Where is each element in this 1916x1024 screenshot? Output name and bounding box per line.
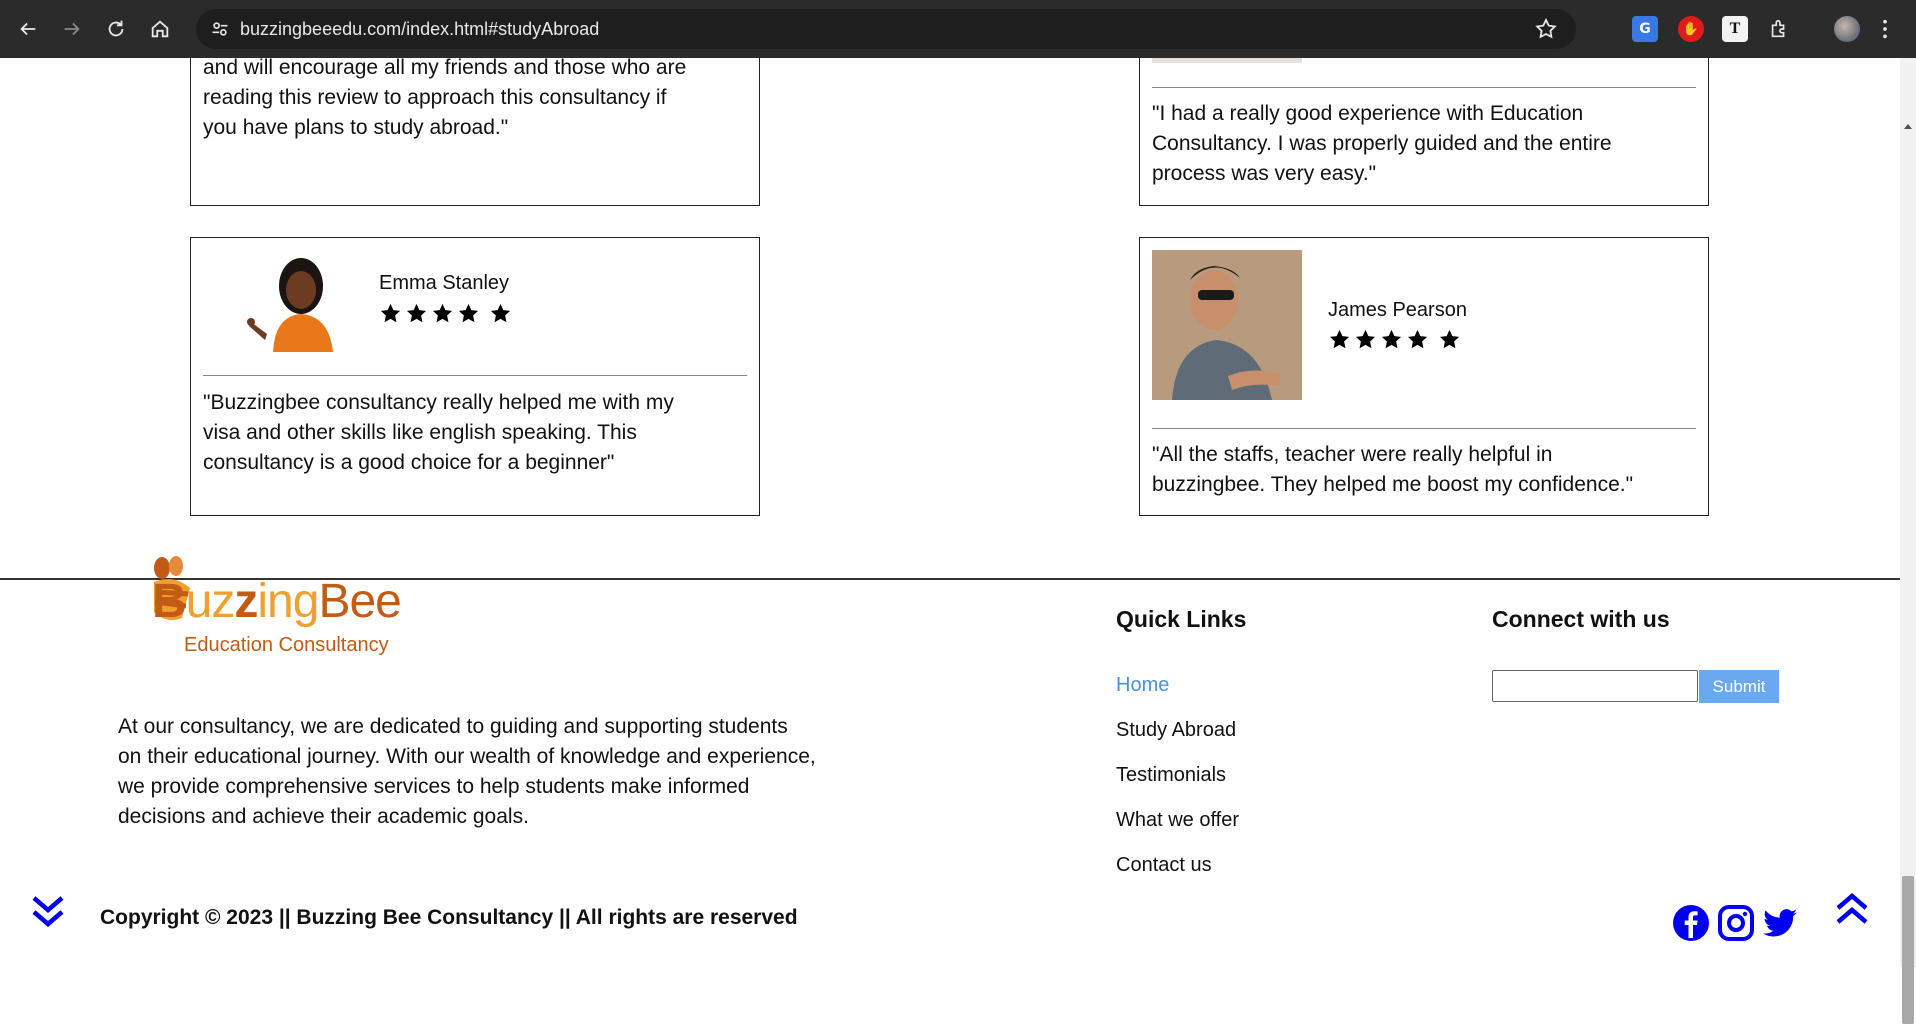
profile-avatar-icon[interactable] [1834, 16, 1860, 42]
star-icon [1355, 329, 1376, 349]
twitter-icon[interactable] [1761, 904, 1799, 942]
testimonial-card-james: James Pearson "All the staffs, teacher w… [1139, 237, 1709, 516]
back-arrow-icon[interactable] [14, 15, 42, 43]
quote-line: you have plans to study abroad." [203, 116, 509, 139]
forward-arrow-icon[interactable] [58, 15, 86, 43]
quote-line: and will encourage all my friends and th… [203, 58, 687, 79]
reviewer-name: James Pearson [1328, 299, 1467, 321]
testimonial-quote: "All the staffs, teacher were really hel… [1152, 440, 1633, 500]
more-menu-icon[interactable] [1878, 16, 1892, 42]
footer-about-text: At our consultancy, we are dedicated to … [118, 712, 898, 832]
adblock-icon[interactable]: ✋ [1678, 16, 1704, 42]
testimonial-card-emma: Emma Stanley "Buzzingbee consultancy rea… [190, 237, 760, 516]
card-divider [1152, 87, 1696, 88]
card-divider [203, 375, 747, 376]
quick-link-home[interactable]: Home [1116, 674, 1169, 697]
url-text[interactable]: buzzingbeeedu.com/index.html#studyAbroad [240, 19, 599, 40]
star-rating [379, 302, 512, 325]
quote-line: consultancy is a good choice for a begin… [203, 451, 615, 474]
quick-link-testimonials[interactable]: Testimonials [1116, 764, 1226, 787]
reviewer-photo [243, 252, 347, 352]
bookmark-star-icon[interactable] [1534, 17, 1558, 41]
translate-icon[interactable]: G [1632, 16, 1658, 42]
star-rating [1328, 328, 1461, 351]
connect-title: Connect with us [1492, 606, 1670, 632]
copyright-text: Copyright © 2023 || Buzzing Bee Consulta… [100, 906, 798, 929]
testimonial-quote: "I had a really good experience with Edu… [1152, 99, 1612, 189]
quick-link-study-abroad[interactable]: Study Abroad [1116, 719, 1236, 742]
scrollbar-up-arrow-icon[interactable] [1904, 122, 1912, 130]
scroll-up-chevron-icon[interactable] [1834, 890, 1870, 928]
star-icon [432, 303, 453, 323]
page-scrollbar[interactable] [1900, 58, 1916, 1024]
about-line: we provide comprehensive services to hel… [118, 775, 750, 798]
star-icon [458, 303, 479, 323]
facebook-icon[interactable] [1672, 904, 1710, 942]
reload-icon[interactable] [102, 15, 130, 43]
quick-links-title: Quick Links [1116, 606, 1247, 632]
extensions-puzzle-icon[interactable] [1766, 16, 1792, 42]
quick-link-contact-us[interactable]: Contact us [1116, 854, 1212, 877]
quote-line: "I had a really good experience with Edu… [1152, 102, 1584, 125]
reviewer-photo [1152, 250, 1302, 400]
testimonial-card-top-right: "I had a really good experience with Edu… [1139, 58, 1709, 206]
reviewer-name: Emma Stanley [379, 272, 510, 294]
star-icon [490, 303, 511, 323]
card-divider [1152, 428, 1696, 429]
logo-subtitle: Education Consultancy [184, 634, 389, 656]
home-icon[interactable] [146, 15, 174, 43]
quick-link-what-we-offer[interactable]: What we offer [1116, 809, 1239, 832]
text-extension-icon[interactable]: T [1722, 16, 1748, 42]
quote-line: reading this review to approach this con… [203, 86, 667, 109]
star-icon [1329, 329, 1350, 349]
about-line: decisions and achieve their academic goa… [118, 805, 529, 828]
star-icon [380, 303, 401, 323]
quote-line: "Buzzingbee consultancy really helped me… [203, 391, 674, 414]
quote-line: "All the staffs, teacher were really hel… [1152, 443, 1553, 466]
testimonial-quote: "Buzzingbee consultancy really helped me… [203, 388, 674, 478]
star-icon [1381, 329, 1402, 349]
star-icon [1439, 329, 1460, 349]
site-settings-icon[interactable] [208, 17, 232, 41]
quote-line: buzzingbee. They helped me boost my conf… [1152, 473, 1634, 496]
star-icon [1407, 329, 1428, 349]
testimonial-card-top-left: and will encourage all my friends and th… [190, 58, 760, 206]
star-icon [406, 303, 427, 323]
about-line: on their educational journey. With our w… [118, 745, 816, 768]
about-line: At our consultancy, we are dedicated to … [118, 715, 788, 738]
testimonial-quote: and will encourage all my friends and th… [203, 58, 686, 143]
instagram-icon[interactable] [1717, 904, 1755, 942]
quote-line: process was very easy." [1152, 162, 1377, 185]
reviewer-photo [1152, 58, 1302, 63]
logo-wordmark: BuzzingBee [152, 575, 402, 628]
footer-logo[interactable]: BuzzingBee Education Consultancy [146, 548, 446, 668]
quote-line: visa and other skills like english speak… [203, 421, 637, 444]
scroll-down-chevron-icon[interactable] [30, 892, 66, 930]
address-bar[interactable]: buzzingbeeedu.com/index.html#studyAbroad [196, 9, 1576, 49]
submit-button[interactable]: Submit [1699, 670, 1779, 703]
quote-line: Consultancy. I was properly guided and t… [1152, 132, 1612, 155]
scrollbar-thumb[interactable] [1902, 876, 1914, 1024]
subscribe-email-input[interactable] [1492, 670, 1698, 702]
